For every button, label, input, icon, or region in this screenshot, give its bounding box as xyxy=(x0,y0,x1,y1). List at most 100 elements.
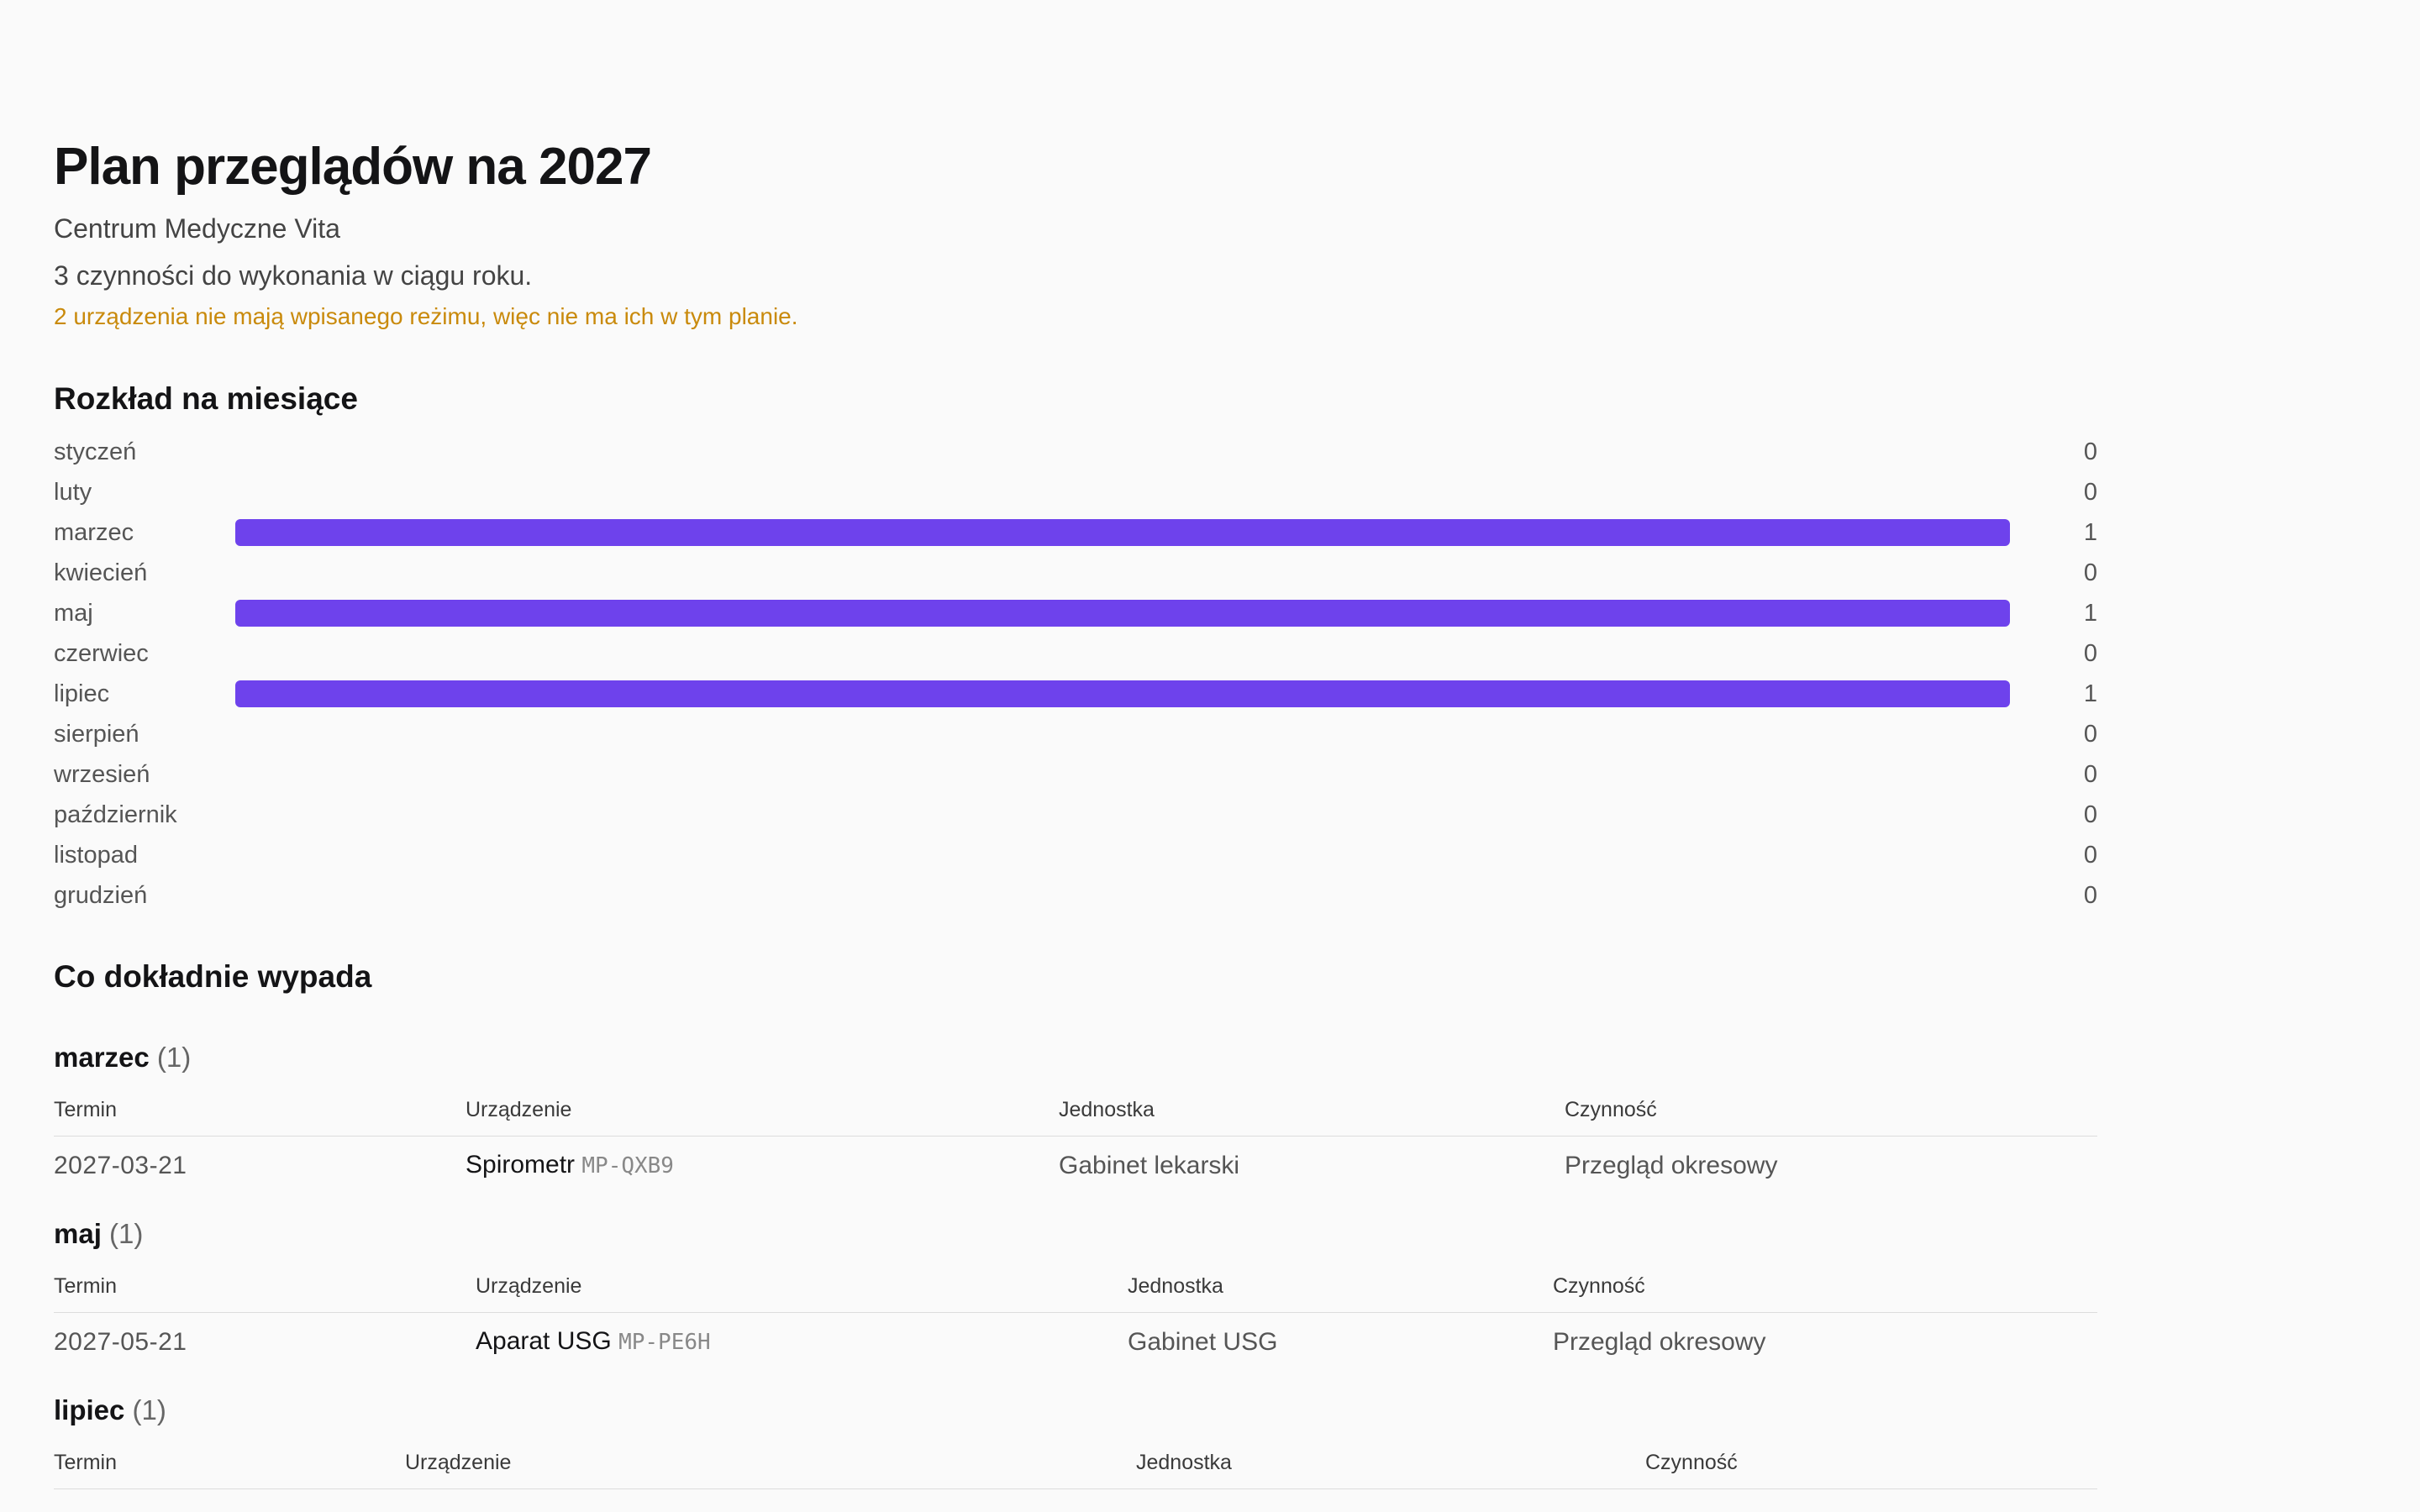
month-bar-track xyxy=(235,438,2010,465)
page-title: Plan przeglądów na 2027 xyxy=(54,138,652,196)
month-label: sierpień xyxy=(54,720,139,748)
schedule-table: Termin Urządzenie Jednostka Czynność 202… xyxy=(54,1273,2097,1359)
month-group-heading: maj (1) xyxy=(54,1216,2097,1252)
month-row: maj 1 xyxy=(54,593,2097,633)
column-header-date: Termin xyxy=(54,1273,476,1313)
month-group-name: maj xyxy=(54,1218,102,1249)
month-bar-track xyxy=(235,842,2010,869)
month-bar-track xyxy=(235,559,2010,586)
column-header-date: Termin xyxy=(54,1097,466,1137)
month-bar-track xyxy=(235,640,2010,667)
month-count: 0 xyxy=(2083,760,2097,788)
month-count: 0 xyxy=(2083,438,2097,465)
month-group-lipiec: lipiec (1) Termin Urządzenie Jednostka C… xyxy=(54,1393,2097,1489)
month-row: styczeń 0 xyxy=(54,432,2097,472)
month-row: listopad 0 xyxy=(54,835,2097,875)
month-count: 1 xyxy=(2083,599,2097,627)
month-row: kwiecień 0 xyxy=(54,553,2097,593)
month-bar-track xyxy=(235,721,2010,748)
table-row: 2027-03-21 Spirometr MP-QXB9 Gabinet lek… xyxy=(54,1137,2097,1184)
column-header-date: Termin xyxy=(54,1450,405,1489)
month-row: lipiec 1 xyxy=(54,674,2097,714)
month-row: czerwiec 0 xyxy=(54,633,2097,674)
organization-name: Centrum Medyczne Vita xyxy=(54,213,340,244)
row-date: 2027-03-21 xyxy=(54,1151,187,1179)
month-row: październik 0 xyxy=(54,795,2097,835)
row-action: Przegląd okresowy xyxy=(1565,1151,1778,1179)
month-count: 0 xyxy=(2083,478,2097,506)
row-device: Spirometr MP-QXB9 xyxy=(466,1137,1059,1184)
month-group-heading: marzec (1) xyxy=(54,1040,2097,1075)
month-label: marzec xyxy=(54,518,134,546)
month-bar-track xyxy=(235,519,2010,546)
month-bar xyxy=(235,680,2010,707)
month-group-name: lipiec xyxy=(54,1394,125,1425)
month-bar-track xyxy=(235,761,2010,788)
month-bar xyxy=(235,519,2010,546)
column-header-action: Czynność xyxy=(1565,1097,2097,1137)
month-count: 0 xyxy=(2083,801,2097,828)
column-header-action: Czynność xyxy=(1645,1450,2097,1489)
month-group-count: (1) xyxy=(156,1042,192,1073)
schedule-table: Termin Urządzenie Jednostka Czynność xyxy=(54,1450,2097,1489)
month-row: luty 0 xyxy=(54,472,2097,512)
column-header-unit: Jednostka xyxy=(1136,1450,1645,1489)
column-header-unit: Jednostka xyxy=(1059,1097,1565,1137)
month-label: listopad xyxy=(54,841,138,869)
month-count: 0 xyxy=(2083,841,2097,869)
month-count: 0 xyxy=(2083,639,2097,667)
maintenance-plan-page: Plan przeglądów na 2027 Centrum Medyczne… xyxy=(54,136,2097,1489)
device-name: Aparat USG xyxy=(476,1327,612,1355)
column-header-device: Urządzenie xyxy=(466,1097,1059,1137)
missing-regime-warning: 2 urządzenia nie mają wpisanego reżimu, … xyxy=(54,303,798,329)
month-bar-track xyxy=(235,882,2010,909)
month-label: grudzień xyxy=(54,881,148,909)
row-unit: Gabinet USG xyxy=(1128,1327,1278,1356)
month-bar-track xyxy=(235,801,2010,828)
month-label: październik xyxy=(54,801,177,828)
month-group-marzec: marzec (1) Termin Urządzenie Jednostka C… xyxy=(54,1040,2097,1183)
device-code: MP-PE6H xyxy=(618,1330,711,1355)
row-unit: Gabinet lekarski xyxy=(1059,1151,1240,1179)
month-group-count: (1) xyxy=(109,1218,144,1249)
month-bar-track xyxy=(235,680,2010,707)
month-row: grudzień 0 xyxy=(54,875,2097,916)
table-header-row: Termin Urządzenie Jednostka Czynność xyxy=(54,1273,2097,1313)
column-header-device: Urządzenie xyxy=(476,1273,1128,1313)
table-header-row: Termin Urządzenie Jednostka Czynność xyxy=(54,1450,2097,1489)
month-label: lipiec xyxy=(54,680,110,707)
table-header-row: Termin Urządzenie Jednostka Czynność xyxy=(54,1097,2097,1137)
month-row: sierpień 0 xyxy=(54,714,2097,754)
month-bar xyxy=(235,600,2010,627)
month-row: wrzesień 0 xyxy=(54,754,2097,795)
month-label: wrzesień xyxy=(54,760,150,788)
month-count: 1 xyxy=(2083,518,2097,546)
month-bar-track xyxy=(235,600,2010,627)
column-header-action: Czynność xyxy=(1553,1273,2097,1313)
month-label: czerwiec xyxy=(54,639,149,667)
device-code: MP-QXB9 xyxy=(581,1153,674,1179)
table-row: 2027-05-21 Aparat USG MP-PE6H Gabinet US… xyxy=(54,1313,2097,1360)
month-bar-track xyxy=(235,479,2010,506)
month-count: 0 xyxy=(2083,720,2097,748)
month-distribution: styczeń 0 luty 0 marzec 1 kwiecień 0 maj 1 czerwie… xyxy=(54,432,2097,916)
row-action: Przegląd okresowy xyxy=(1553,1327,1766,1356)
schedule-table: Termin Urządzenie Jednostka Czynność 202… xyxy=(54,1097,2097,1183)
month-count: 0 xyxy=(2083,559,2097,586)
month-group-maj: maj (1) Termin Urządzenie Jednostka Czyn… xyxy=(54,1216,2097,1359)
row-device: Aparat USG MP-PE6H xyxy=(476,1313,1128,1360)
month-label: styczeń xyxy=(54,438,137,465)
month-label: maj xyxy=(54,599,93,627)
month-label: luty xyxy=(54,478,92,506)
distribution-heading: Rozkład na miesiące xyxy=(54,381,358,416)
month-group-count: (1) xyxy=(132,1394,166,1425)
details-heading: Co dokładnie wypada xyxy=(54,959,372,994)
row-date: 2027-05-21 xyxy=(54,1327,187,1356)
plan-summary: 3 czynności do wykonania w ciągu roku. xyxy=(54,260,533,291)
column-header-device: Urządzenie xyxy=(405,1450,1136,1489)
month-count: 1 xyxy=(2083,680,2097,707)
month-count: 0 xyxy=(2083,881,2097,909)
column-header-unit: Jednostka xyxy=(1128,1273,1553,1313)
month-label: kwiecień xyxy=(54,559,148,586)
month-group-name: marzec xyxy=(54,1042,150,1073)
